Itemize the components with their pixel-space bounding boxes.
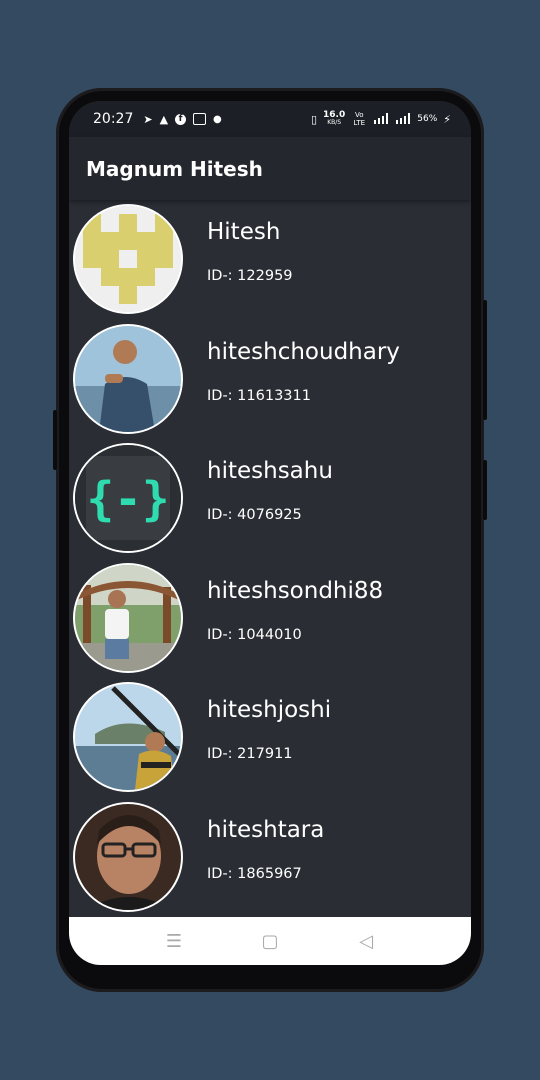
vibrate-icon: ▯	[310, 112, 318, 126]
user-name: hiteshjoshi	[207, 697, 332, 724]
battery-level: 56%	[417, 114, 438, 124]
code-braces-avatar: {-}	[75, 445, 181, 552]
back-icon[interactable]: ◁	[355, 931, 377, 952]
list-item[interactable]: hiteshjoshi ID-: 217911	[69, 678, 471, 798]
side-button	[483, 460, 487, 520]
avatar	[73, 204, 183, 314]
telegram-icon: ➤	[143, 112, 153, 126]
user-id: ID-: 1865967	[207, 865, 302, 882]
list-item[interactable]: Hitesh ID-: 122959	[69, 200, 471, 320]
signal-icon-2	[395, 112, 411, 126]
status-bar: 20:27 ➤ ▲ f ● ▯ 16.0 KB/S Vo LTE 56% ⚡	[69, 101, 471, 137]
user-id: ID-: 217911	[207, 746, 293, 763]
user-list: Hitesh ID-: 122959 hiteshchoudhary ID-: …	[69, 200, 471, 918]
signal-icon	[373, 112, 389, 126]
network-speed: 16.0 KB/S	[323, 110, 346, 127]
user-name: hiteshsondhi88	[207, 577, 384, 604]
screen: 20:27 ➤ ▲ f ● ▯ 16.0 KB/S Vo LTE 56% ⚡ M…	[69, 101, 471, 965]
avatar	[73, 682, 183, 793]
home-icon[interactable]: ▢	[259, 931, 281, 952]
list-item[interactable]: hiteshtara ID-: 1865967	[69, 798, 471, 918]
avatar	[73, 323, 183, 434]
user-photo-avatar	[75, 803, 181, 910]
facebook-icon: f	[175, 113, 187, 125]
battery-charging-icon: ⚡	[443, 112, 451, 126]
list-item[interactable]: hiteshchoudhary ID-: 11613311	[69, 320, 471, 440]
list-item[interactable]: {-} hiteshsahu ID-: 4076925	[69, 439, 471, 559]
user-id: ID-: 11613311	[207, 387, 311, 404]
dot-icon: ●	[213, 113, 222, 125]
user-photo-avatar	[75, 684, 181, 791]
user-photo-avatar	[75, 325, 181, 432]
volte-indicator: Vo LTE	[353, 111, 366, 127]
image-icon	[193, 113, 207, 125]
graduation-cap-icon: ▲	[159, 112, 169, 126]
power-button	[483, 300, 487, 420]
recents-icon[interactable]: ☰	[163, 931, 185, 952]
volume-button	[53, 410, 57, 470]
user-id: ID-: 4076925	[207, 507, 302, 524]
identicon-avatar	[75, 206, 181, 312]
user-id: ID-: 1044010	[207, 626, 302, 643]
avatar	[73, 801, 183, 912]
user-name: hiteshsahu	[207, 458, 333, 485]
user-id: ID-: 122959	[207, 268, 293, 284]
avatar: {-}	[73, 443, 183, 554]
phone-frame: 20:27 ➤ ▲ f ● ▯ 16.0 KB/S Vo LTE 56% ⚡ M…	[53, 88, 487, 992]
app-title: Magnum Hitesh	[86, 156, 263, 181]
user-name: hiteshtara	[207, 816, 325, 843]
list-item[interactable]: hiteshsondhi88 ID-: 1044010	[69, 559, 471, 679]
status-time: 20:27	[93, 111, 134, 127]
avatar	[73, 562, 183, 673]
svg-text:{-}: {-}	[86, 472, 169, 526]
app-bar: Magnum Hitesh	[69, 137, 471, 200]
user-name: Hitesh	[207, 219, 281, 245]
system-nav-bar: ☰ ▢ ◁	[69, 917, 471, 965]
user-photo-avatar	[75, 564, 181, 671]
user-name: hiteshchoudhary	[207, 338, 400, 365]
